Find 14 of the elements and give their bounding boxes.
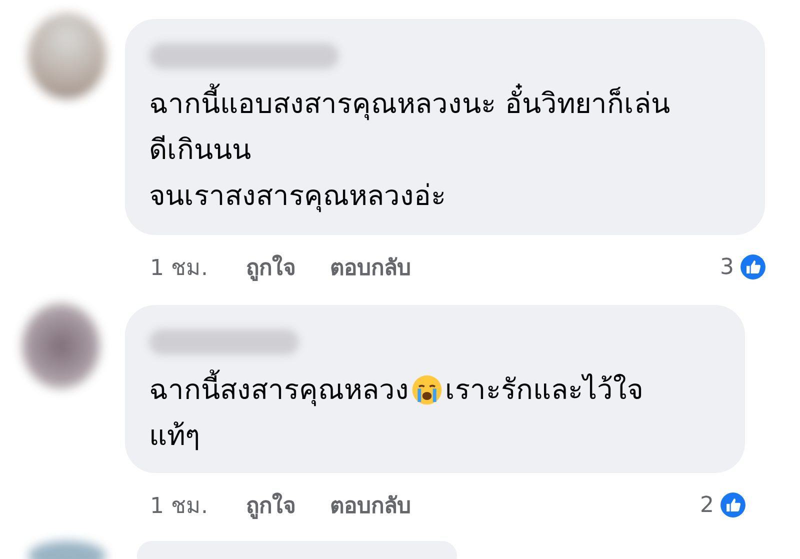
like-link[interactable]: ถูกใจ <box>246 488 296 522</box>
comment-text: ดีเกินนน <box>149 132 251 168</box>
comment-text: แท้ๆ <box>149 418 200 454</box>
comment-text: ฉากนี้แอบสงสารคุณหลวงนะ อั๋นวิทยาก็เล่น <box>149 81 670 127</box>
reply-link[interactable]: ตอบกลับ <box>330 488 411 522</box>
reply-link[interactable]: ตอบกลับ <box>330 250 411 284</box>
comment-text: จนเราสงสารคุณหลวงอ่ะ <box>149 178 446 214</box>
timestamp: 1 ชม. <box>150 492 208 520</box>
reaction-count: 3 <box>720 254 734 280</box>
comment-text: เราะรักและไว้ใจ <box>445 372 643 408</box>
comment-text: ฉากนี้สงสารคุณหลวง <box>149 367 409 413</box>
timestamp: 1 ชม. <box>150 254 208 282</box>
reaction-count: 2 <box>700 492 714 518</box>
like-link[interactable]: ถูกใจ <box>246 250 296 284</box>
